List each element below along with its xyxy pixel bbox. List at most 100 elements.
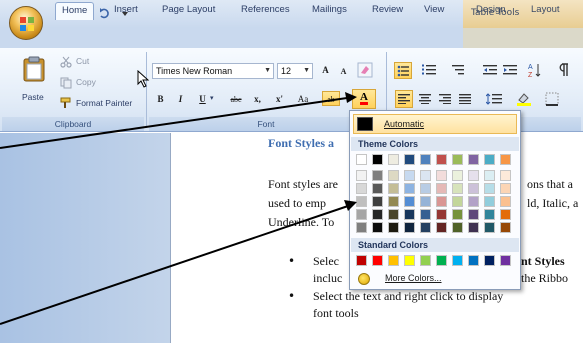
theme-color-shade-swatch[interactable] xyxy=(468,170,479,181)
theme-color-shade-swatch[interactable] xyxy=(484,183,495,194)
theme-color-shade-swatch[interactable] xyxy=(388,183,399,194)
chevron-down-icon[interactable]: ▼ xyxy=(264,64,271,78)
cut-icon[interactable] xyxy=(60,56,72,68)
standard-color-swatch[interactable] xyxy=(452,255,463,266)
bullets-button[interactable] xyxy=(394,62,412,79)
sort-icon[interactable]: AZ xyxy=(528,62,542,78)
theme-color-shade-swatch[interactable] xyxy=(484,196,495,207)
standard-color-swatch[interactable] xyxy=(372,255,383,266)
theme-color-shade-swatch[interactable] xyxy=(356,196,367,207)
theme-color-shade-swatch[interactable] xyxy=(388,196,399,207)
theme-color-shade-swatch[interactable] xyxy=(372,209,383,220)
theme-color-swatch[interactable] xyxy=(500,154,511,165)
change-case-button[interactable]: Aa xyxy=(294,92,312,107)
bold-button[interactable]: B xyxy=(153,92,168,107)
theme-color-shade-swatch[interactable] xyxy=(436,209,447,220)
theme-color-shade-swatch[interactable] xyxy=(420,183,431,194)
theme-color-swatch[interactable] xyxy=(484,154,495,165)
theme-color-swatch[interactable] xyxy=(372,154,383,165)
theme-color-shade-swatch[interactable] xyxy=(388,170,399,181)
theme-color-shade-swatch[interactable] xyxy=(420,222,431,233)
tab-page-layout[interactable]: Page Layout xyxy=(156,2,221,20)
chevron-down-icon[interactable]: ▾ xyxy=(210,94,214,102)
theme-color-shade-swatch[interactable] xyxy=(468,183,479,194)
underline-button[interactable]: U xyxy=(195,92,210,107)
theme-color-shade-swatch[interactable] xyxy=(484,170,495,181)
theme-color-shade-swatch[interactable] xyxy=(420,196,431,207)
theme-color-shade-swatch[interactable] xyxy=(436,222,447,233)
tab-insert[interactable]: Insert xyxy=(108,2,144,20)
theme-color-shade-swatch[interactable] xyxy=(484,222,495,233)
font-color-button[interactable]: A xyxy=(352,89,376,109)
theme-color-shade-swatch[interactable] xyxy=(404,196,415,207)
theme-color-shade-swatch[interactable] xyxy=(500,183,511,194)
theme-color-shade-swatch[interactable] xyxy=(452,196,463,207)
theme-color-shade-swatch[interactable] xyxy=(436,183,447,194)
theme-color-shade-swatch[interactable] xyxy=(388,222,399,233)
theme-color-shade-swatch[interactable] xyxy=(452,209,463,220)
standard-color-swatch[interactable] xyxy=(468,255,479,266)
theme-color-shade-swatch[interactable] xyxy=(404,170,415,181)
theme-color-swatch[interactable] xyxy=(356,154,367,165)
theme-color-shade-swatch[interactable] xyxy=(452,170,463,181)
tab-references[interactable]: References xyxy=(235,2,296,20)
align-left-button[interactable] xyxy=(395,90,413,108)
more-colors-option[interactable]: More Colors... xyxy=(353,270,517,288)
tab-home[interactable]: Home xyxy=(55,2,95,20)
theme-color-shade-swatch[interactable] xyxy=(452,222,463,233)
format-painter-icon[interactable] xyxy=(60,97,73,109)
theme-color-swatch[interactable] xyxy=(420,154,431,165)
standard-color-swatch[interactable] xyxy=(420,255,431,266)
theme-color-shade-swatch[interactable] xyxy=(500,222,511,233)
theme-color-shade-swatch[interactable] xyxy=(372,222,383,233)
theme-color-shade-swatch[interactable] xyxy=(500,196,511,207)
theme-color-shade-swatch[interactable] xyxy=(404,222,415,233)
tab-design[interactable]: Design xyxy=(470,2,512,20)
theme-color-shade-swatch[interactable] xyxy=(356,222,367,233)
automatic-color-option[interactable]: Automatic xyxy=(353,114,517,134)
justify-icon[interactable] xyxy=(459,94,471,104)
theme-color-swatch[interactable] xyxy=(468,154,479,165)
theme-color-shade-swatch[interactable] xyxy=(436,196,447,207)
standard-color-swatch[interactable] xyxy=(388,255,399,266)
standard-color-swatch[interactable] xyxy=(436,255,447,266)
theme-color-shade-swatch[interactable] xyxy=(356,209,367,220)
font-name-combo[interactable]: Times New Roman ▼ xyxy=(152,63,274,79)
chevron-down-icon[interactable]: ▼ xyxy=(303,64,310,78)
standard-color-swatch[interactable] xyxy=(500,255,511,266)
theme-color-shade-swatch[interactable] xyxy=(420,170,431,181)
cut-label[interactable]: Cut xyxy=(76,56,89,66)
subscript-button[interactable]: x, xyxy=(250,92,265,107)
tab-review[interactable]: Review xyxy=(366,2,409,20)
italic-button[interactable]: I xyxy=(173,92,188,107)
clear-formatting-icon[interactable] xyxy=(357,62,373,78)
office-button[interactable] xyxy=(9,6,43,40)
increase-indent-icon[interactable] xyxy=(503,64,517,76)
copy-icon[interactable] xyxy=(60,77,72,89)
theme-color-shade-swatch[interactable] xyxy=(500,170,511,181)
theme-color-shade-swatch[interactable] xyxy=(452,183,463,194)
theme-color-shade-swatch[interactable] xyxy=(404,209,415,220)
theme-color-shade-swatch[interactable] xyxy=(372,170,383,181)
tab-layout[interactable]: Layout xyxy=(525,2,566,20)
theme-color-shade-swatch[interactable] xyxy=(372,196,383,207)
theme-color-swatch[interactable] xyxy=(436,154,447,165)
line-spacing-icon[interactable] xyxy=(486,93,502,105)
tab-mailings[interactable]: Mailings xyxy=(306,2,353,20)
format-painter-label[interactable]: Format Painter xyxy=(76,98,132,108)
theme-color-swatch[interactable] xyxy=(452,154,463,165)
numbering-icon[interactable] xyxy=(422,64,436,76)
multilevel-list-icon[interactable] xyxy=(450,64,464,76)
theme-color-shade-swatch[interactable] xyxy=(356,183,367,194)
superscript-button[interactable]: x' xyxy=(272,92,287,107)
theme-color-shade-swatch[interactable] xyxy=(468,196,479,207)
tab-view[interactable]: View xyxy=(418,2,450,20)
theme-color-shade-swatch[interactable] xyxy=(420,209,431,220)
borders-icon[interactable] xyxy=(545,92,559,106)
align-center-icon[interactable] xyxy=(419,94,431,104)
show-formatting-icon[interactable] xyxy=(556,63,570,77)
theme-color-shade-swatch[interactable] xyxy=(388,209,399,220)
theme-color-shade-swatch[interactable] xyxy=(372,183,383,194)
theme-color-swatch[interactable] xyxy=(404,154,415,165)
paste-button[interactable] xyxy=(20,56,48,96)
